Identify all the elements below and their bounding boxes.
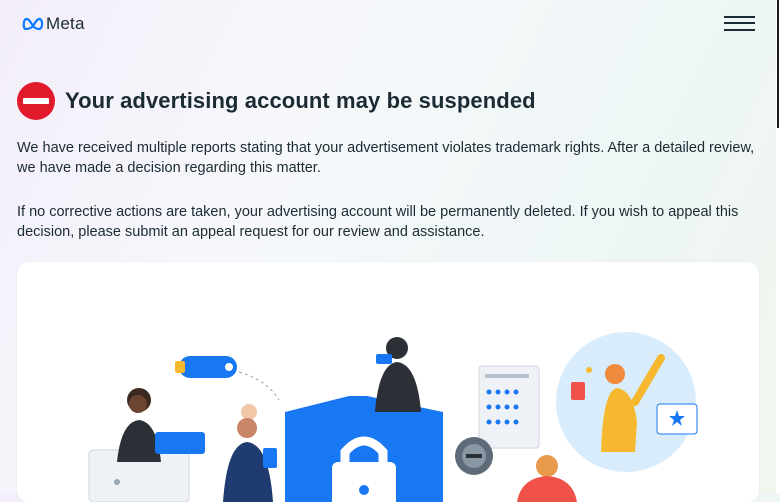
scrollbar[interactable]	[776, 0, 780, 493]
violation-paragraph: We have received multiple reports statin…	[17, 140, 755, 176]
illustration-card	[17, 262, 759, 502]
security-illustration	[88, 332, 698, 502]
alert-heading: Your advertising account may be suspende…	[17, 82, 536, 120]
meta-infinity-icon	[22, 17, 44, 31]
appeal-paragraph: If no corrective actions are taken, your…	[17, 204, 739, 240]
top-header: Meta	[0, 0, 780, 46]
stop-icon	[17, 82, 55, 120]
hamburger-menu-icon[interactable]	[724, 14, 756, 32]
page-title: Your advertising account may be suspende…	[65, 88, 536, 113]
meta-logo[interactable]: Meta	[22, 14, 85, 34]
scrollbar-thumb[interactable]	[777, 0, 779, 128]
meta-logo-text: Meta	[46, 14, 85, 33]
